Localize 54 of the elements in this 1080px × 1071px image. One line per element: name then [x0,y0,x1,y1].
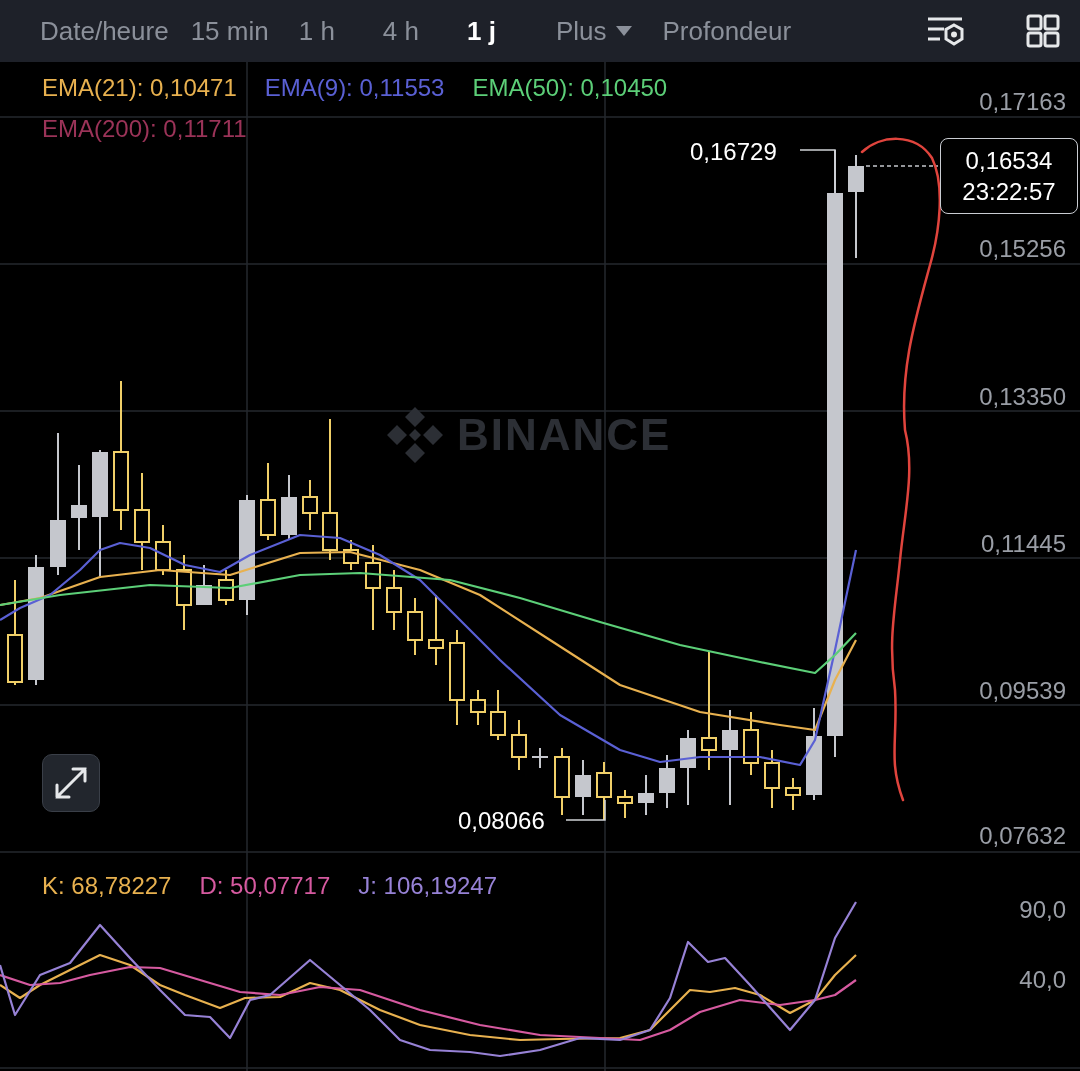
timeframe-tab[interactable]: 4 h [382,11,419,51]
indicator-legend: EMA(50): 0,10450 [472,76,668,100]
candle [532,747,548,769]
indicator-legend: J: 106,19247 [358,874,498,898]
candle [302,479,318,531]
timeframe-tab[interactable]: 1 j [467,11,496,51]
candle [281,474,297,541]
candle [407,597,423,656]
fullscreen-button[interactable] [42,754,100,812]
candle [554,747,570,816]
leader-line [565,799,606,821]
candle [511,719,527,771]
candle [638,774,654,816]
candle [386,569,402,631]
grid-layout-icon[interactable] [1026,14,1060,48]
candle [196,564,212,606]
candle [155,524,171,576]
indicator-legend: EMA(21): 0,10471 [42,76,237,100]
price-axis-label: 0,17163 [979,90,1066,114]
leader-line [799,149,836,191]
candle [343,539,359,571]
candle [659,754,675,809]
indicator-axis-label: 40,0 [1019,968,1066,992]
candle [743,711,759,776]
candle [490,689,506,741]
candle [764,749,780,809]
depth-tab[interactable]: Profondeur [662,11,792,51]
candle [218,569,234,606]
candle [428,594,444,666]
price-axis-label: 0,15256 [979,237,1066,261]
candle [470,689,486,726]
timeframe-tab[interactable]: 1 h [298,11,335,51]
caret-icon [614,25,633,37]
candle-countdown: 23:22:57 [961,177,1057,208]
indicator-legend: D: 50,07717 [199,874,331,898]
last-price: 0,16534 [964,146,1054,176]
indicator-legend: EMA(200): 0,11711 [42,117,247,141]
expand-arrows-icon [53,765,89,801]
more-dropdown[interactable]: Plus [555,11,633,51]
timeframe-tab[interactable]: Date/heure [40,11,169,51]
indicator-legend: EMA(9): 0,11553 [264,76,445,100]
candle [617,789,633,819]
candle [575,759,591,816]
timeframe-tab[interactable]: 15 min [190,11,269,51]
price-axis-label: 0,09539 [979,679,1066,703]
indicator-legend: K: 68,78227 [42,874,172,898]
price-axis-label: 0,11445 [981,532,1066,556]
price-axis-label: 0,13350 [979,385,1066,409]
low-price-label: 0,08066 [458,809,545,833]
high-price-label: 0,16729 [690,140,777,164]
candle [785,777,801,811]
price-axis-label: 0,07632 [979,824,1066,848]
candle [596,761,612,821]
indicator-axis-label: 90,0 [1019,898,1066,922]
